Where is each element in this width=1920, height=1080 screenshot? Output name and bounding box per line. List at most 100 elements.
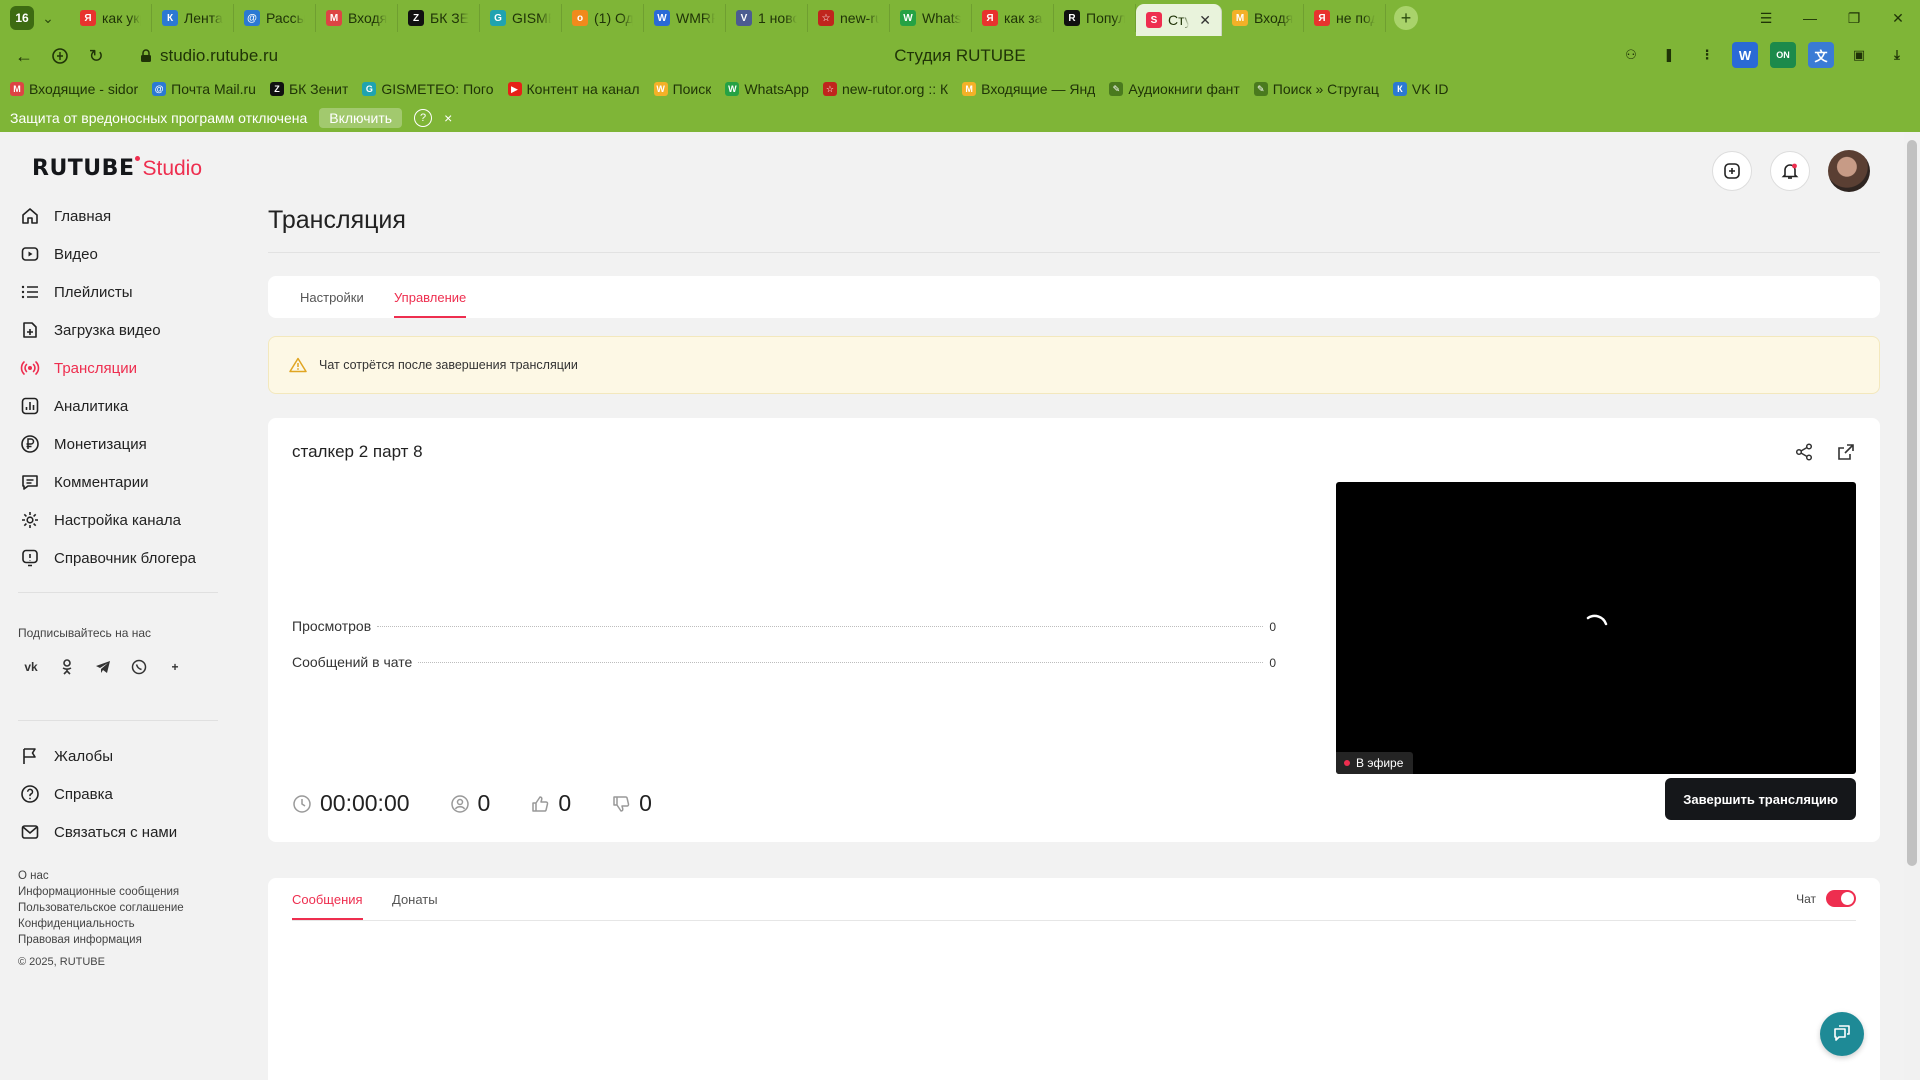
vk-icon[interactable]: vk [18, 654, 44, 680]
browser-tab[interactable]: о (1) Одн [562, 4, 644, 32]
bookmark-icon[interactable]: ❚ [1656, 42, 1682, 68]
telegram-icon[interactable] [90, 654, 116, 680]
browser-tab[interactable]: Якак укр [70, 4, 152, 32]
notifications-button[interactable] [1770, 151, 1810, 191]
sidebar-item-upload[interactable]: Загрузка видео [20, 318, 161, 342]
end-stream-button[interactable]: Завершить трансляцию [1665, 778, 1856, 820]
tab-label: Лента н [184, 10, 223, 26]
sidebar-item-mail[interactable]: Связаться с нами [20, 820, 177, 844]
sidebar-item-ruble[interactable]: Монетизация [20, 432, 147, 456]
bookmark-item[interactable]: @ Почта Mail.ru [152, 81, 256, 97]
rutube-studio-logo[interactable]: RUTUBE Studio [32, 156, 202, 181]
sidebar-item-help[interactable]: Справка [20, 782, 113, 806]
footer-link[interactable]: Пользовательское соглашение [18, 900, 184, 916]
bookmark-item[interactable]: К VK ID [1392, 81, 1448, 97]
browser-tab-active[interactable]: S Студи ✕ [1136, 4, 1222, 36]
footer-link[interactable]: О нас [18, 868, 184, 884]
profile-icon[interactable]: ⚇ [1618, 42, 1644, 68]
browser-tab[interactable]: @ Рассыл [234, 4, 316, 32]
tab-donations[interactable]: Донаты [392, 878, 438, 920]
footer-link[interactable]: Информационные сообщения [18, 884, 184, 900]
chat-toggle-switch[interactable] [1826, 890, 1856, 907]
restore-button[interactable]: ❐ [1832, 0, 1876, 36]
close-warning-icon[interactable]: × [444, 110, 452, 126]
bookmark-item[interactable]: W Поиск [653, 81, 711, 97]
sidebar-item-video[interactable]: Видео [20, 242, 98, 266]
minimize-button[interactable]: — [1788, 0, 1832, 36]
url-field[interactable]: studio.rutube.ru [140, 42, 278, 70]
browser-tab[interactable]: M Входящ [1222, 4, 1304, 32]
tab-list-dropdown-icon[interactable]: ⌄ [34, 6, 62, 30]
browser-tab[interactable]: M Входящ [316, 4, 398, 32]
browser-tab[interactable]: К Лента н [152, 4, 234, 32]
browser-tab[interactable]: R Популя [1054, 4, 1136, 32]
sidebar-item-playlist[interactable]: Плейлисты [20, 280, 133, 304]
avatar[interactable] [1828, 150, 1870, 192]
download-icon[interactable]: ⤓ [1884, 42, 1910, 68]
bookmark-label: Входящие - sidor [29, 81, 139, 97]
vpn-extension-icon[interactable]: ON [1770, 42, 1796, 68]
sidebar-item-broadcast[interactable]: Трансляции [20, 356, 137, 380]
open-external-icon[interactable] [1836, 442, 1856, 462]
browser-tab[interactable]: G GISMET [480, 4, 562, 32]
stat-views: Просмотров 0 [292, 618, 1276, 634]
ok-icon[interactable] [54, 654, 80, 680]
bookmark-item[interactable]: G GISMETEO: Пого [362, 81, 494, 97]
sidebar-item-comment[interactable]: Комментарии [20, 470, 148, 494]
sidebar-item-bulb[interactable]: Справочник блогера [20, 546, 196, 570]
bookmark-item[interactable]: ☆ new-rutor.org :: К [822, 81, 948, 97]
share-icon[interactable] [1794, 442, 1814, 462]
create-button[interactable] [1712, 151, 1752, 191]
enable-protection-button[interactable]: Включить [319, 108, 403, 128]
bookmark-item[interactable]: ✎ Поиск » Стругац [1253, 81, 1379, 97]
bookmark-item[interactable]: Z БК Зенит [269, 81, 348, 97]
sidebar-item-gear[interactable]: Настройка канала [20, 508, 181, 532]
footer-link[interactable]: Конфиденциальность [18, 916, 184, 932]
close-window-button[interactable]: ✕ [1876, 0, 1920, 36]
bookmark-item[interactable]: M Входящие - sidor [10, 81, 138, 97]
browser-tab[interactable]: ☆ new-rut [808, 4, 890, 32]
page-scrollbar[interactable] [1904, 132, 1920, 1080]
close-tab-icon[interactable]: ✕ [1199, 12, 1211, 29]
tab-settings[interactable]: Настройки [300, 276, 364, 318]
tab-messages[interactable]: Сообщения [292, 878, 363, 920]
back-button[interactable]: ← [6, 40, 42, 72]
tab-favicon-icon: Z [408, 10, 424, 26]
sidebar-item-flag[interactable]: Жалобы [20, 744, 113, 768]
scrollbar-thumb[interactable] [1907, 140, 1917, 866]
reload-button[interactable]: ↻ [78, 40, 114, 72]
sidebar-item-analytics[interactable]: Аналитика [20, 394, 128, 418]
bookmark-item[interactable]: ✎ Аудиокниги фант [1109, 81, 1240, 97]
bookmark-favicon-icon: ▶ [507, 82, 522, 96]
menu-icon[interactable]: ☰ [1744, 0, 1788, 36]
sidebar-toggle-icon[interactable]: ▣ [1846, 42, 1872, 68]
word-extension-icon[interactable]: W [1732, 42, 1758, 68]
tab-label: Студи [1168, 12, 1189, 28]
browser-tab[interactable]: W WMRFa [644, 4, 726, 32]
sidebar-item-home[interactable]: Главная [20, 204, 111, 228]
browser-tab[interactable]: Z БК ЗЕН [398, 4, 480, 32]
browser-tab[interactable]: Яне подк [1304, 4, 1386, 32]
bookmark-favicon-icon: ☆ [822, 82, 837, 96]
browser-tab[interactable]: Якак зай [972, 4, 1054, 32]
tab-management[interactable]: Управление [394, 276, 467, 318]
support-chat-button[interactable] [1820, 1012, 1864, 1056]
browser-tab[interactable]: W WhatsA [890, 4, 972, 32]
footer-link[interactable]: Правовая информация [18, 932, 184, 948]
more-menu-icon[interactable]: ⋮ [1694, 42, 1720, 68]
bookmark-label: Контент на канал [526, 81, 640, 97]
bookmark-item[interactable]: W WhatsApp [725, 81, 809, 97]
bookmark-item[interactable]: ▶ Контент на канал [507, 81, 640, 97]
help-icon[interactable]: ? [414, 109, 433, 127]
subscribe-label: Подписывайтесь на нас [18, 626, 152, 640]
protect-icon[interactable] [42, 40, 78, 72]
translate-extension-icon[interactable]: 文 [1808, 42, 1834, 68]
new-tab-button[interactable]: + [1394, 6, 1418, 30]
bookmark-item[interactable]: M Входящие — Янд [962, 81, 1095, 97]
tab-count-badge[interactable]: 16 [10, 6, 34, 30]
plus-icon[interactable]: + [162, 654, 188, 680]
viber-icon[interactable] [126, 654, 152, 680]
stream-preview-player[interactable]: В эфире [1336, 482, 1856, 774]
browser-tab[interactable]: V 1 новое [726, 4, 808, 32]
sidebar-item-label: Главная [54, 207, 112, 225]
